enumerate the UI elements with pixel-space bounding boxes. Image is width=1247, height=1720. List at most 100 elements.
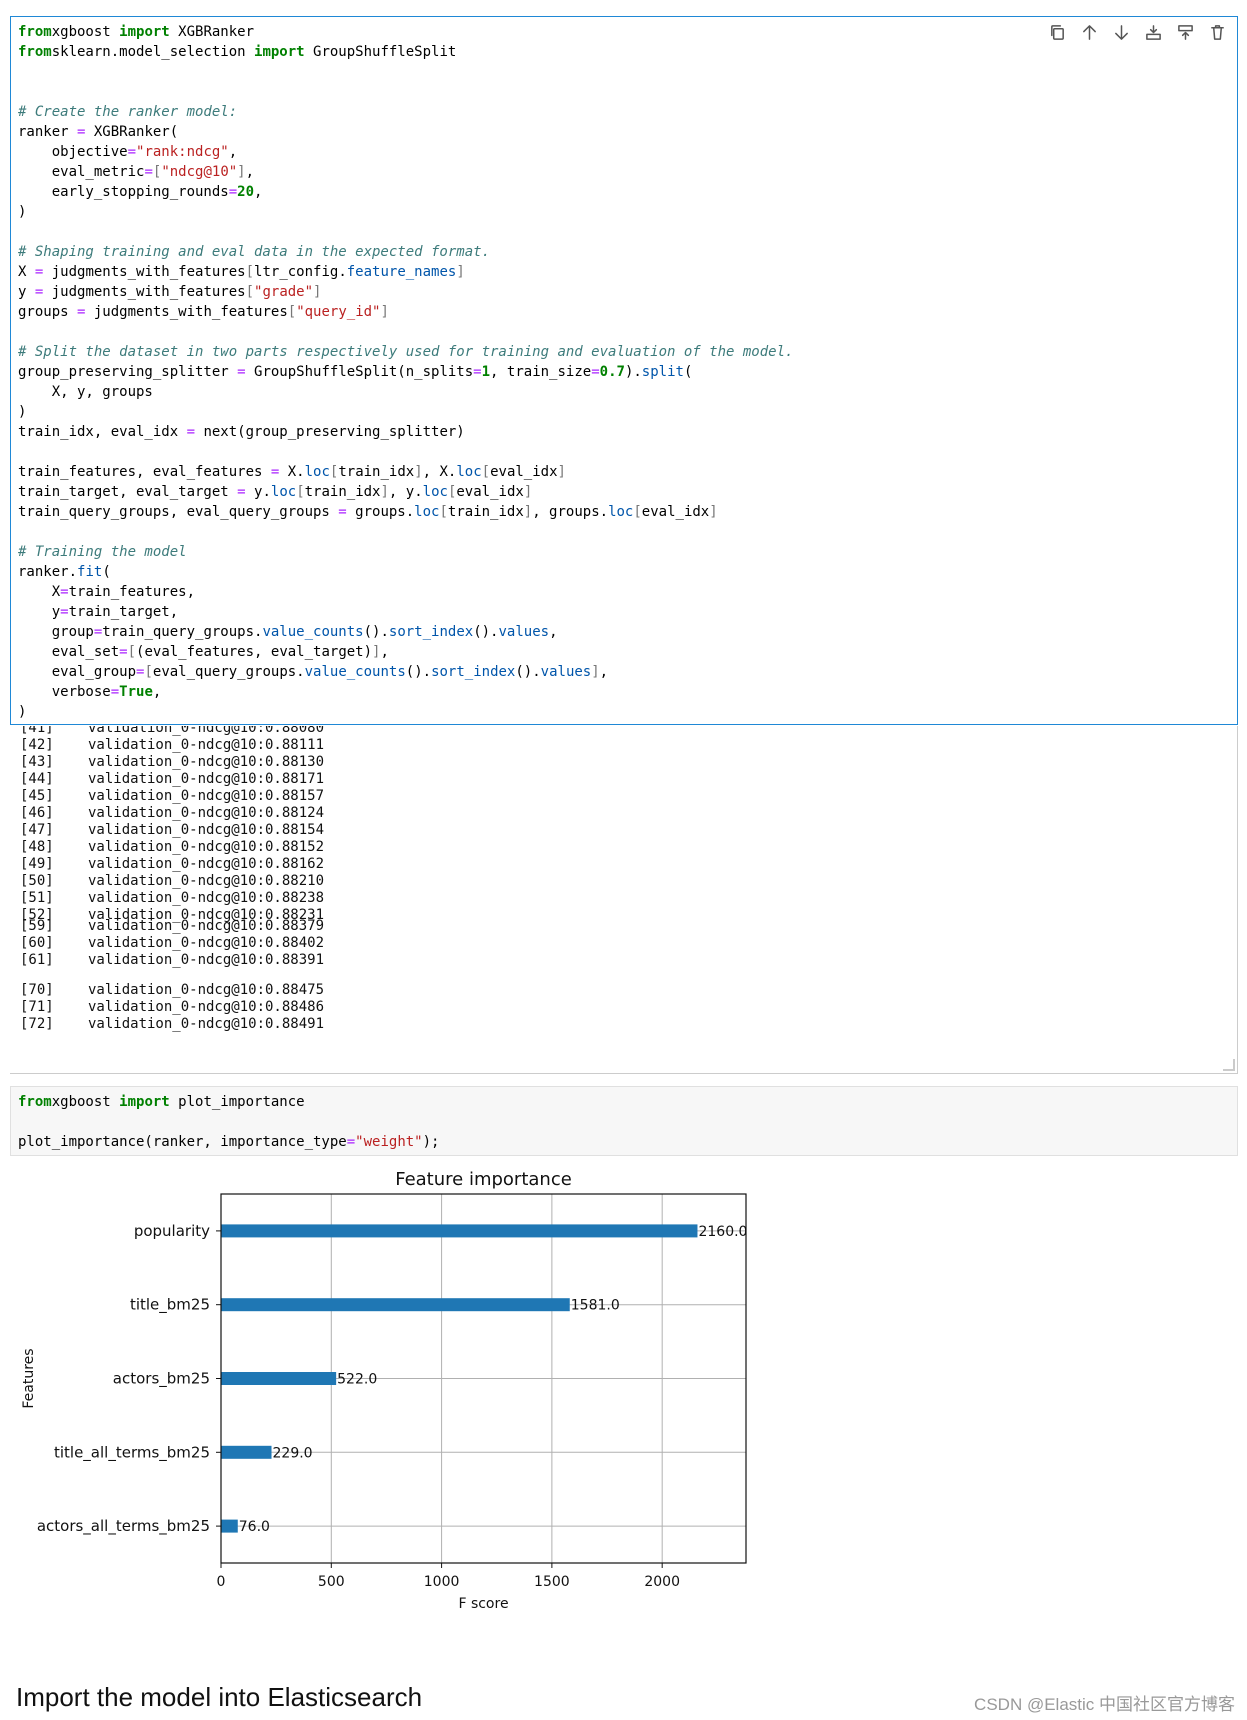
code-line: train_idx, eval_idx = next(group_preserv… (18, 422, 793, 442)
code-token: ) (18, 704, 27, 720)
log-metric: validation_0-ndcg@10:0.88475 (88, 982, 325, 998)
code-token: early_stopping_rounds (18, 184, 229, 200)
code-token: eval_idx (641, 504, 710, 520)
code-cell-plot-importance[interactable]: fromxgboost import plot_importance plot_… (10, 1086, 1238, 1156)
code-token: verbose (18, 684, 111, 700)
code-token: "rank:ndcg" (136, 144, 229, 160)
code-token: , (599, 664, 609, 680)
code-token: X. (279, 464, 305, 480)
code-token: y. (245, 484, 271, 500)
code-token: sklearn.model_selection (51, 44, 255, 60)
move-up-icon[interactable] (1080, 23, 1099, 42)
code-token: [ (127, 644, 137, 660)
code-line: # Create the ranker model: (18, 102, 793, 122)
code-line: ) (18, 202, 793, 222)
code-line: fromxgboost import plot_importance (18, 1092, 439, 1112)
code-token: = (237, 364, 246, 380)
code-line: groups = judgments_with_features["query_… (18, 302, 793, 322)
code-token: = (346, 1134, 356, 1150)
duplicate-icon[interactable] (1048, 23, 1067, 42)
code-token: loc (304, 464, 330, 480)
code-line: fromsklearn.model_selection import Group… (18, 42, 793, 62)
code-line: ) (18, 702, 793, 722)
resize-handle[interactable] (1223, 1059, 1235, 1071)
code-token: group_preserving_splitter (18, 364, 238, 380)
log-metric: validation_0-ndcg@10:0.88402 (88, 935, 325, 951)
move-down-icon[interactable] (1112, 23, 1131, 42)
code-editor[interactable]: fromxgboost import XGBRanker fromsklearn.… (18, 22, 793, 722)
code-token: , y. (388, 484, 423, 500)
code-token: ] (591, 664, 600, 680)
code-line: ) (18, 402, 793, 422)
bar-value-label: 1581.0 (571, 1298, 620, 1314)
code-token: train_idx (447, 504, 524, 520)
insert-below-icon[interactable] (1144, 23, 1163, 42)
code-token: from (18, 44, 52, 60)
code-token: XGBRanker( (85, 124, 179, 140)
bar (221, 1445, 272, 1459)
code-token: plot_importance(ranker, importance_type (18, 1134, 347, 1150)
code-token: train_target, eval_target (18, 484, 238, 500)
code-token: , (228, 144, 238, 160)
bar (221, 1519, 238, 1533)
code-line: verbose=True, (18, 682, 793, 702)
code-line: plot_importance(ranker, importance_type=… (18, 1132, 439, 1152)
log-metric: validation_0-ndcg@10:0.88080 (88, 726, 325, 736)
code-token: y (18, 604, 61, 620)
code-token: = (110, 684, 120, 700)
cell-output[interactable]: [41] validation_0-ndcg@10:0.88080 [42] vali… (10, 726, 1238, 1074)
code-token: GroupShuffleSplit (304, 44, 457, 60)
log-metric: validation_0-ndcg@10:0.88154 (88, 822, 325, 838)
code-token: = (119, 644, 128, 660)
insert-above-icon[interactable] (1176, 23, 1195, 42)
code-token: value_counts (304, 664, 406, 680)
code-token: , (245, 164, 255, 180)
code-token: , groups. (532, 504, 609, 520)
log-line: [61] validation_0-ndcg@10:0.88391 (20, 951, 324, 970)
watermark: CSDN @Elastic 中国社区官方博客 (974, 1695, 1235, 1714)
code-token: ] (380, 484, 389, 500)
log-metric: validation_0-ndcg@10:0.88157 (88, 788, 325, 804)
code-token: [ (439, 504, 448, 520)
bar-value-label: 522.0 (337, 1372, 377, 1388)
code-line: ranker.fit( (18, 562, 793, 582)
bar (221, 1372, 337, 1385)
code-token: [ (633, 504, 642, 520)
bar (221, 1298, 570, 1312)
section-heading: Import the model into Elasticsearch (16, 1682, 423, 1712)
code-token: X (18, 584, 61, 600)
log-metric: validation_0-ndcg@10:0.88210 (88, 873, 325, 889)
code-token: X, y, groups (18, 384, 153, 400)
log-iteration: [61] (20, 952, 54, 968)
code-token: ) (18, 404, 27, 420)
code-token: (). (405, 664, 432, 680)
log-metric: validation_0-ndcg@10:0.88491 (88, 1016, 325, 1032)
code-line: group_preserving_splitter = GroupShuffle… (18, 362, 793, 382)
code-cell-training[interactable]: fromxgboost import XGBRanker fromsklearn.… (10, 16, 1238, 725)
code-token: # Shaping training and eval data in the … (18, 244, 491, 260)
code-token: objective (18, 144, 128, 160)
code-token: ranker. (18, 564, 78, 580)
bar (221, 1224, 698, 1238)
code-token: = (60, 584, 69, 600)
code-token: , (380, 644, 389, 660)
code-token: [ (245, 284, 255, 300)
cell-toolbar (1048, 23, 1227, 42)
y-tick-label: popularity (134, 1222, 210, 1240)
log-metric: validation_0-ndcg@10:0.88379 (88, 918, 325, 934)
code-token: sort_index (431, 664, 516, 680)
code-token: eval_idx (456, 484, 524, 500)
code-editor[interactable]: fromxgboost import plot_importance plot_… (18, 1092, 439, 1152)
code-token: ) (18, 204, 27, 220)
code-line: y = judgments_with_features["grade"] (18, 282, 793, 302)
delete-icon[interactable] (1208, 23, 1227, 42)
code-token: (). (515, 664, 541, 680)
code-token: train_query_groups, eval_query_groups (18, 504, 339, 520)
code-token: group (18, 624, 94, 640)
code-token: (). (363, 624, 389, 640)
code-token: = (186, 424, 196, 440)
code-token: ] (313, 284, 322, 300)
code-token: [ (296, 484, 305, 500)
